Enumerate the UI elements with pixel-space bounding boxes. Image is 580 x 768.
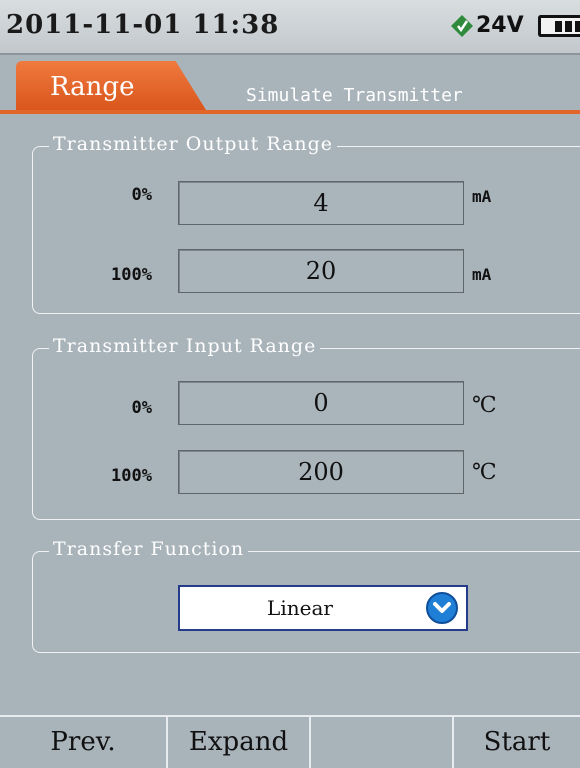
datetime: 2011-11-01 11:38 (6, 10, 280, 40)
input-0-unit: ℃ (472, 393, 497, 418)
output-100-label: 100% (111, 265, 152, 285)
output-0-label: 0% (131, 185, 152, 205)
status-bar: 2011-11-01 11:38 24V (0, 0, 580, 55)
input-100-unit: ℃ (472, 460, 497, 485)
softkey-bar: Prev. Expand Start (0, 715, 580, 768)
output-100-unit: mA (472, 265, 492, 284)
output-0-unit: mA (472, 187, 492, 206)
input-range-title: Transmitter Input Range (49, 335, 321, 357)
output-0-input[interactable]: 4 (178, 181, 464, 225)
output-100-input[interactable]: 20 (178, 249, 464, 293)
tab-range-label[interactable]: Range (50, 72, 134, 102)
transfer-function-value[interactable]: Linear (180, 587, 420, 629)
blank-softkey[interactable] (311, 717, 454, 768)
tab-simulate-transmitter[interactable]: Simulate Transmitter (246, 85, 463, 106)
input-100-label: 100% (111, 466, 152, 486)
input-0-input[interactable]: 0 (178, 381, 464, 425)
expand-button[interactable]: Expand (168, 717, 311, 768)
transfer-function-title: Transfer Function (49, 538, 249, 560)
input-0-label: 0% (131, 398, 152, 418)
chevron-down-icon[interactable] (426, 592, 458, 624)
voltage-readout: 24V (476, 13, 524, 38)
start-button[interactable]: Start (454, 717, 580, 768)
input-100-input[interactable]: 200 (178, 450, 464, 494)
output-range-title: Transmitter Output Range (49, 133, 338, 155)
battery-icon (538, 15, 580, 37)
prev-button[interactable]: Prev. (0, 717, 168, 768)
transfer-function-select[interactable]: Linear (178, 585, 468, 631)
tab-bar: Range Simulate Transmitter (0, 57, 580, 114)
input-range-panel: Transmitter Input Range (32, 335, 580, 520)
power-status-icon (451, 15, 473, 37)
